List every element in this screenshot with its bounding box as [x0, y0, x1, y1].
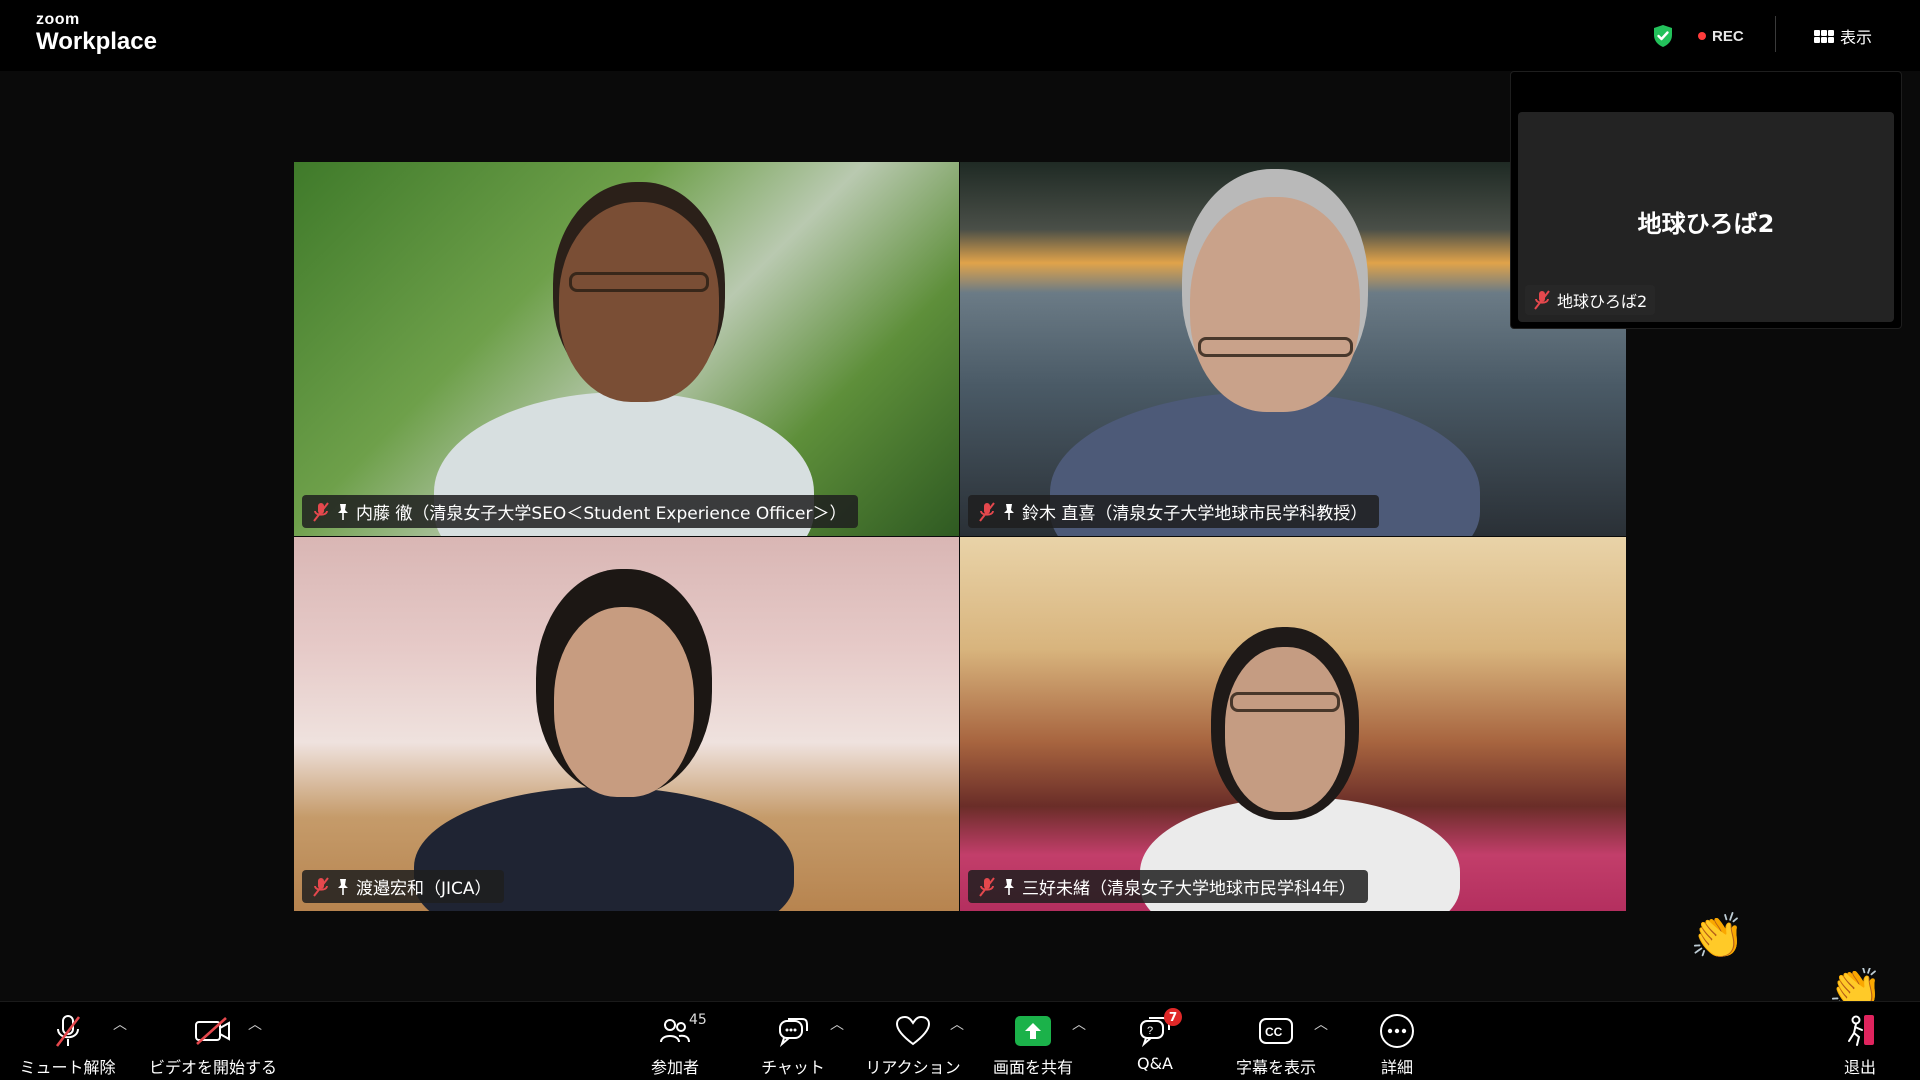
- participant-head: [559, 202, 719, 402]
- recording-indicator[interactable]: REC: [1698, 25, 1744, 47]
- meeting-toolbar: ミュート解除 ︿ ビデオを開始する ︿ 45 参加者 チャット ︿ リアクション…: [0, 1001, 1920, 1080]
- clap-reaction-icon: 👏: [1690, 911, 1745, 962]
- participant-head: [1225, 647, 1345, 812]
- chat-icon: [776, 1012, 810, 1050]
- glasses-icon: [1230, 692, 1340, 712]
- more-options-icon: [1379, 1012, 1415, 1050]
- video-off-icon: [194, 1012, 232, 1050]
- audio-options-caret-icon[interactable]: ︿: [113, 1014, 127, 1034]
- qa-icon: ? 7: [1138, 1008, 1182, 1050]
- muted-mic-icon: [979, 876, 995, 897]
- muted-mic-icon: [979, 501, 995, 522]
- top-bar: zoom Workplace REC 表示: [0, 0, 1920, 71]
- unmute-label: ミュート解除: [19, 1058, 116, 1077]
- pin-icon: [338, 878, 348, 895]
- view-label: 表示: [1840, 28, 1873, 47]
- participant-name-tag: 内藤 徹（清泉女子大学SEO＜Student Experience Office…: [302, 495, 859, 528]
- video-tile[interactable]: 渡邉宏和（JICA）: [294, 537, 959, 911]
- reactions-button[interactable]: リアクション: [865, 1002, 961, 1080]
- captions-options-caret-icon[interactable]: ︿: [1314, 1014, 1328, 1034]
- more-button[interactable]: 詳細: [1362, 1002, 1432, 1080]
- self-view-panel[interactable]: 地球ひろば2 地球ひろば2: [1510, 71, 1902, 329]
- reactions-label: リアクション: [865, 1058, 961, 1077]
- video-tile[interactable]: 内藤 徹（清泉女子大学SEO＜Student Experience Office…: [294, 162, 959, 536]
- topbar-divider: [1775, 16, 1776, 52]
- participant-name-tag: 鈴木 直喜（清泉女子大学地球市民学科教授）: [968, 495, 1380, 528]
- logo-line-2: Workplace: [36, 28, 157, 55]
- muted-mic-icon: [313, 876, 329, 897]
- pin-icon: [1004, 878, 1014, 895]
- leave-button[interactable]: 退出: [1828, 1002, 1892, 1080]
- chat-button[interactable]: チャット: [758, 1002, 828, 1080]
- pin-icon: [338, 503, 348, 520]
- clap-reaction-icon: 👏: [1828, 968, 1883, 1001]
- share-options-caret-icon[interactable]: ︿: [1072, 1014, 1086, 1034]
- qa-button[interactable]: ? 7 Q&A: [1120, 1002, 1190, 1080]
- chat-options-caret-icon[interactable]: ︿: [830, 1014, 844, 1034]
- qa-label: Q&A: [1136, 1054, 1173, 1073]
- muted-microphone-icon: [53, 1012, 83, 1050]
- video-options-caret-icon[interactable]: ︿: [248, 1014, 262, 1034]
- participant-name-tag: 渡邉宏和（JICA）: [302, 870, 504, 903]
- glasses-icon: [569, 272, 709, 292]
- view-grid-icon: [1814, 29, 1834, 43]
- svg-text:CC: CC: [1265, 1025, 1283, 1039]
- show-captions-button[interactable]: CC 字幕を表示: [1226, 1002, 1326, 1080]
- qa-badge: 7: [1164, 1008, 1182, 1026]
- heart-icon: [895, 1012, 931, 1050]
- participant-head: [1190, 197, 1360, 412]
- logo-line-1: zoom: [36, 11, 80, 28]
- participant-head: [554, 607, 694, 797]
- leave-label: 退出: [1843, 1058, 1876, 1077]
- muted-mic-icon: [1534, 290, 1550, 310]
- svg-text:?: ?: [1147, 1025, 1153, 1037]
- participants-label: 参加者: [650, 1058, 699, 1077]
- participant-name: 渡邉宏和（JICA）: [356, 879, 492, 899]
- recording-label: REC: [1712, 27, 1744, 45]
- participants-icon: 45: [659, 1012, 707, 1050]
- pin-icon: [1004, 503, 1014, 520]
- self-tag-name: 地球ひろば2: [1557, 292, 1648, 311]
- share-screen-button[interactable]: 画面を共有: [988, 1002, 1078, 1080]
- share-screen-label: 画面を共有: [992, 1058, 1073, 1077]
- participants-count: 45: [689, 1012, 707, 1028]
- video-tile[interactable]: 三好未緒（清泉女子大学地球市民学科4年）: [960, 537, 1626, 911]
- more-label: 詳細: [1380, 1058, 1413, 1077]
- participant-name: 内藤 徹（清泉女子大学SEO＜Student Experience Office…: [356, 504, 847, 524]
- unmute-button[interactable]: ミュート解除: [19, 1002, 116, 1080]
- view-button[interactable]: 表示: [1814, 23, 1872, 49]
- participant-name: 三好未緒（清泉女子大学地球市民学科4年）: [1022, 879, 1356, 899]
- participant-name: 鈴木 直喜（清泉女子大学地球市民学科教授）: [1022, 504, 1368, 524]
- muted-mic-icon: [313, 501, 329, 522]
- closed-captions-icon: CC: [1258, 1012, 1294, 1050]
- share-screen-icon: [1015, 1012, 1051, 1050]
- show-captions-label: 字幕を表示: [1235, 1058, 1316, 1077]
- recording-dot-icon: [1698, 32, 1706, 40]
- self-display-name: 地球ひろば2: [1637, 210, 1775, 238]
- glasses-icon: [1198, 337, 1353, 357]
- chat-label: チャット: [761, 1058, 825, 1077]
- zoom-workplace-logo: zoom Workplace: [36, 12, 157, 56]
- security-shield-icon[interactable]: [1652, 24, 1674, 48]
- participants-button[interactable]: 45 参加者: [640, 1002, 710, 1080]
- participant-name-tag: 三好未緒（清泉女子大学地球市民学科4年）: [968, 870, 1368, 903]
- start-video-label: ビデオを開始する: [148, 1058, 277, 1077]
- leave-icon: [1842, 1012, 1878, 1050]
- reactions-options-caret-icon[interactable]: ︿: [950, 1014, 964, 1034]
- self-name-tag: 地球ひろば2: [1525, 285, 1656, 315]
